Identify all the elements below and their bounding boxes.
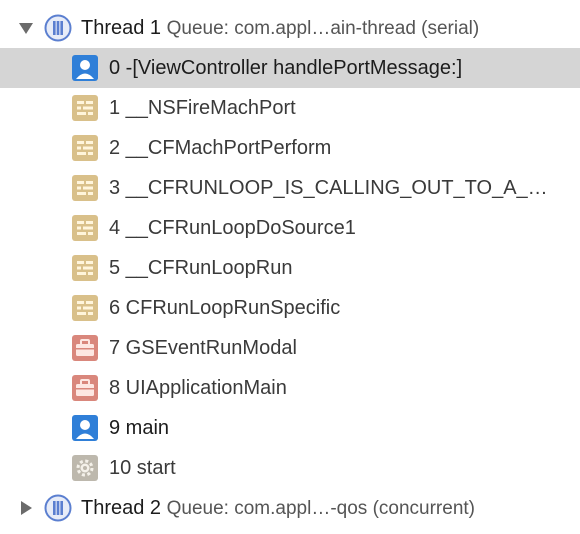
thread-title: Thread 2: [81, 496, 162, 519]
stack-frame-6[interactable]: 6 CFRunLoopRunSpecific: [0, 288, 580, 328]
debug-navigator: Thread 1 Queue: com.appl…ain-thread (ser…: [0, 0, 580, 534]
user-code-icon: [71, 54, 99, 82]
briefcase-frame-icon: [71, 374, 99, 402]
stack-frame-0[interactable]: 0 -[ViewController handlePortMessage:]: [0, 48, 580, 88]
thread-label: Thread 2 Queue: com.appl…-qos (concurren…: [81, 497, 475, 520]
stack-frame-label: 5 __CFRunLoopRun: [109, 256, 293, 279]
stack-frame-label: 8 UIApplicationMain: [109, 376, 287, 399]
stack-frame-label: 9 main: [109, 416, 170, 439]
thread-icon: [44, 528, 72, 534]
thread-row-2[interactable]: Thread 2 Queue: com.appl…-qos (concurren…: [0, 488, 580, 528]
briefcase-frame-icon: [71, 334, 99, 362]
library-frame-icon: [71, 254, 99, 282]
stack-frame-2[interactable]: 2 __CFMachPortPerform: [0, 128, 580, 168]
thread-queue-label: Queue: com.appl…ain-thread (serial): [166, 17, 480, 39]
stack-frame-4[interactable]: 4 __CFRunLoopDoSource1: [0, 208, 580, 248]
thread-icon: [44, 14, 72, 42]
disclosure-triangle-down-icon[interactable]: [17, 19, 35, 37]
gear-frame-icon: [71, 454, 99, 482]
stack-frame-label: 4 __CFRunLoopDoSource1: [109, 216, 356, 239]
stack-frame-label: 1 __NSFireMachPort: [109, 96, 296, 119]
stack-frame-1[interactable]: 1 __NSFireMachPort: [0, 88, 580, 128]
stack-frame-9[interactable]: 9 main: [0, 408, 580, 448]
stack-frame-8[interactable]: 8 UIApplicationMain: [0, 368, 580, 408]
stack-frame-10[interactable]: 10 start: [0, 448, 580, 488]
stack-frame-5[interactable]: 5 __CFRunLoopRun: [0, 248, 580, 288]
stack-frame-label: 2 __CFMachPortPerform: [109, 136, 332, 159]
thread-queue-label: Queue: com.appl…-qos (concurrent): [166, 497, 475, 519]
library-frame-icon: [71, 174, 99, 202]
user-code-icon: [71, 414, 99, 442]
library-frame-icon: [71, 214, 99, 242]
thread-icon: [44, 494, 72, 522]
stack-frame-label: 3 __CFRUNLOOP_IS_CALLING_OUT_TO_A_…: [109, 176, 548, 199]
library-frame-icon: [71, 294, 99, 322]
thread-label: Thread 1 Queue: com.appl…ain-thread (ser…: [81, 17, 479, 40]
stack-frame-label: 7 GSEventRunModal: [109, 336, 297, 359]
stack-frame-label: 10 start: [109, 456, 176, 479]
stack-frame-label: 6 CFRunLoopRunSpecific: [109, 296, 341, 319]
thread-row-3-partial: [0, 528, 580, 534]
stack-frame-7[interactable]: 7 GSEventRunModal: [0, 328, 580, 368]
library-frame-icon: [71, 94, 99, 122]
stack-frame-label: 0 -[ViewController handlePortMessage:]: [109, 56, 463, 79]
thread-row-1[interactable]: Thread 1 Queue: com.appl…ain-thread (ser…: [0, 8, 580, 48]
stack-frame-3[interactable]: 3 __CFRUNLOOP_IS_CALLING_OUT_TO_A_…: [0, 168, 580, 208]
disclosure-triangle-right-icon[interactable]: [17, 499, 35, 517]
library-frame-icon: [71, 134, 99, 162]
thread-title: Thread 1: [81, 16, 162, 39]
